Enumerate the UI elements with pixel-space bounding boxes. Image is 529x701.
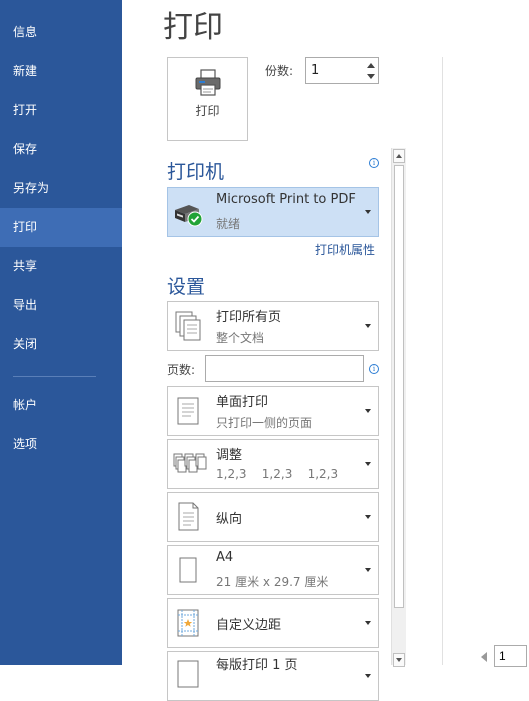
collate-icon: [173, 453, 207, 473]
paper-size-sub: 21 厘米 x 29.7 厘米: [216, 575, 329, 589]
collate-sub: 1,2,3 1,2,3 1,2,3: [216, 467, 339, 481]
printer-heading: 打印机: [167, 161, 225, 183]
pages-icon: [175, 311, 201, 341]
print-button[interactable]: 打印: [167, 57, 248, 141]
nav-account[interactable]: 帐户: [0, 386, 122, 425]
printer-info-icon[interactable]: i: [369, 158, 379, 168]
nav-save-as[interactable]: 另存为: [0, 169, 122, 208]
printer-properties-link[interactable]: 打印机属性: [315, 241, 375, 258]
chevron-down-icon: [365, 210, 371, 214]
nav-options[interactable]: 选项: [0, 425, 122, 464]
nav-export[interactable]: 导出: [0, 286, 122, 325]
pages-label: 页数:: [167, 363, 196, 377]
prev-page-icon[interactable]: [481, 652, 487, 662]
scroll-thumb[interactable]: [394, 165, 404, 608]
margins-select[interactable]: 自定义边距: [167, 598, 379, 648]
margins-icon: [177, 609, 199, 637]
printer-status: 就绪: [216, 217, 241, 231]
print-button-label: 打印: [195, 104, 220, 118]
chevron-down-icon: [365, 568, 371, 572]
single-side-icon: [177, 397, 199, 425]
page-title: 打印: [163, 10, 223, 45]
paper-size-select[interactable]: A4 21 厘米 x 29.7 厘米: [167, 545, 379, 595]
nav-separator: [13, 376, 96, 377]
nav-save[interactable]: 保存: [0, 130, 122, 169]
scroll-up-icon[interactable]: [393, 149, 405, 163]
per-sheet-icon: [177, 660, 199, 688]
collate-main: 调整: [216, 448, 243, 463]
chevron-down-icon: [365, 409, 371, 413]
orientation-select[interactable]: 纵向: [167, 492, 379, 542]
nav-open[interactable]: 打开: [0, 91, 122, 130]
printer-icon: [195, 69, 221, 96]
copies-stepper[interactable]: [305, 57, 379, 84]
preview-divider: [442, 57, 443, 665]
collate-select[interactable]: 调整 1,2,3 1,2,3 1,2,3: [167, 439, 379, 489]
settings-heading: 设置: [167, 276, 206, 298]
pages-info-icon[interactable]: i: [369, 364, 379, 374]
print-range-sub: 整个文档: [216, 331, 265, 345]
portrait-icon: [178, 502, 199, 531]
pages-per-sheet-select[interactable]: 每版打印 1 页: [167, 651, 379, 701]
sides-sub: 只打印一侧的页面: [216, 416, 313, 430]
paper-icon: [179, 557, 197, 583]
per-sheet-main: 每版打印 1 页: [216, 658, 298, 673]
chevron-down-icon: [365, 462, 371, 466]
backstage-sidebar: 信息 新建 打开 保存 另存为 打印 共享 导出 关闭 帐户 选项: [0, 0, 122, 665]
nav-print[interactable]: 打印: [0, 208, 122, 247]
spin-down-icon[interactable]: [367, 74, 375, 79]
nav-info[interactable]: 信息: [0, 13, 122, 52]
sides-main: 单面打印: [216, 395, 269, 410]
chevron-down-icon: [365, 674, 371, 678]
chevron-down-icon: [365, 324, 371, 328]
nav-close[interactable]: 关闭: [0, 325, 122, 364]
pages-input[interactable]: [205, 355, 364, 382]
margins-main: 自定义边距: [216, 618, 282, 633]
print-range-select[interactable]: 打印所有页 整个文档: [167, 301, 379, 351]
print-range-main: 打印所有页: [216, 310, 282, 325]
copies-input[interactable]: [306, 58, 367, 83]
chevron-down-icon: [365, 515, 371, 519]
preview-page-input[interactable]: [494, 645, 527, 667]
nav-new[interactable]: 新建: [0, 52, 122, 91]
printer-ready-icon: [175, 205, 203, 227]
copies-label: 份数:: [265, 64, 294, 78]
printer-select[interactable]: Microsoft Print to PDF 就绪: [167, 187, 379, 237]
settings-scrollbar[interactable]: [391, 148, 406, 667]
orientation-main: 纵向: [216, 512, 243, 527]
paper-size-main: A4: [216, 550, 234, 565]
nav-share[interactable]: 共享: [0, 247, 122, 286]
sides-select[interactable]: 单面打印 只打印一侧的页面: [167, 386, 379, 436]
printer-name: Microsoft Print to PDF: [216, 192, 356, 207]
chevron-down-icon: [365, 621, 371, 625]
spin-up-icon[interactable]: [367, 63, 375, 68]
